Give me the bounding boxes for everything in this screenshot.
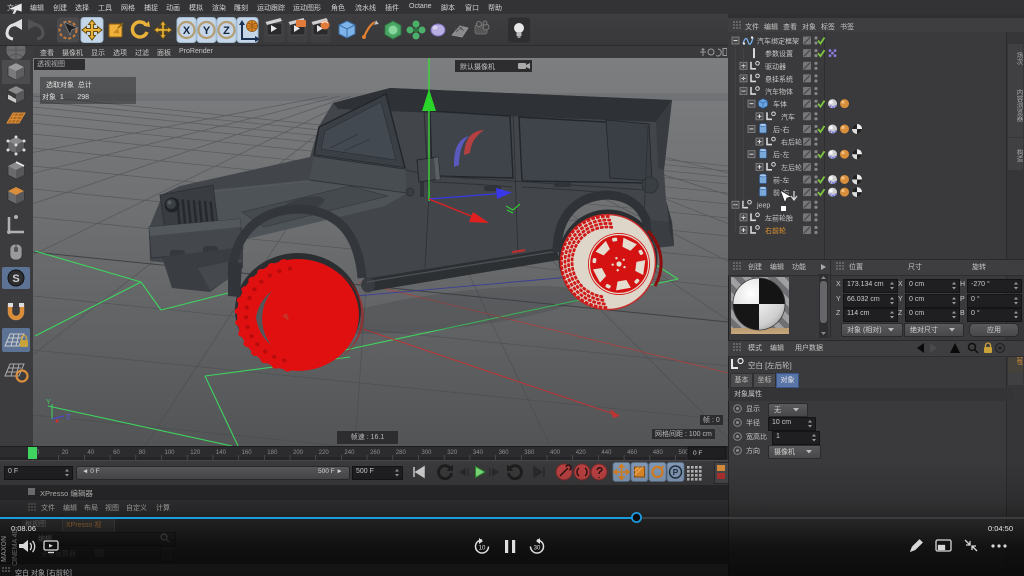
svg-text:X: X: [183, 25, 191, 37]
svg-text:右前轮: 右前轮: [765, 226, 786, 235]
svg-text:前-左: 前-左: [773, 175, 789, 184]
svg-text:后-右: 后-右: [773, 125, 789, 134]
svg-text:Z: Z: [223, 25, 230, 37]
svg-text:380: 380: [524, 450, 535, 456]
svg-text:140: 140: [216, 450, 227, 456]
svg-text:jeep: jeep: [756, 203, 770, 210]
svg-text:260: 260: [370, 450, 381, 456]
svg-text:汽车绑定框架: 汽车绑定框架: [757, 37, 799, 46]
svg-text:驱动器: 驱动器: [765, 62, 786, 71]
svg-text:420: 420: [576, 450, 587, 456]
svg-text:340: 340: [473, 450, 484, 456]
svg-text:280: 280: [396, 450, 407, 456]
svg-text:参数设置: 参数设置: [765, 49, 793, 58]
svg-text:S: S: [12, 273, 19, 285]
svg-text:P: P: [673, 467, 679, 477]
svg-text:车体: 车体: [773, 100, 787, 109]
svg-text:440: 440: [601, 450, 612, 456]
svg-text:Y: Y: [46, 399, 51, 406]
svg-text:右后轮: 右后轮: [781, 138, 802, 147]
svg-text:汽车: 汽车: [781, 112, 795, 121]
svg-text:200: 200: [293, 450, 304, 456]
svg-text:30: 30: [534, 546, 541, 552]
svg-text:后-左: 后-左: [773, 150, 789, 159]
svg-text:480: 480: [653, 450, 664, 456]
svg-text:100: 100: [165, 450, 176, 456]
svg-text:左前轮胎: 左前轮胎: [765, 213, 793, 222]
svg-text:左后轮: 左后轮: [781, 163, 802, 172]
svg-text:360: 360: [499, 450, 510, 456]
svg-text:40: 40: [87, 450, 94, 456]
svg-text:Z: Z: [66, 414, 71, 421]
svg-text:460: 460: [627, 450, 638, 456]
svg-text:120: 120: [190, 450, 201, 456]
svg-text:80: 80: [139, 450, 146, 456]
svg-text:320: 320: [447, 450, 458, 456]
svg-text:60: 60: [113, 450, 120, 456]
svg-text:悬挂系统: 悬挂系统: [765, 74, 793, 83]
svg-text:0 F: 0 F: [693, 450, 702, 457]
svg-text:20: 20: [62, 450, 69, 456]
svg-text:400: 400: [550, 450, 561, 456]
svg-text:Y: Y: [203, 25, 211, 37]
svg-text:180: 180: [267, 450, 278, 456]
svg-text:10: 10: [479, 546, 486, 552]
svg-text:220: 220: [319, 450, 330, 456]
svg-text:240: 240: [344, 450, 355, 456]
svg-text:汽车物体: 汽车物体: [765, 87, 793, 96]
svg-text:300: 300: [422, 450, 433, 456]
svg-text:160: 160: [242, 450, 253, 456]
